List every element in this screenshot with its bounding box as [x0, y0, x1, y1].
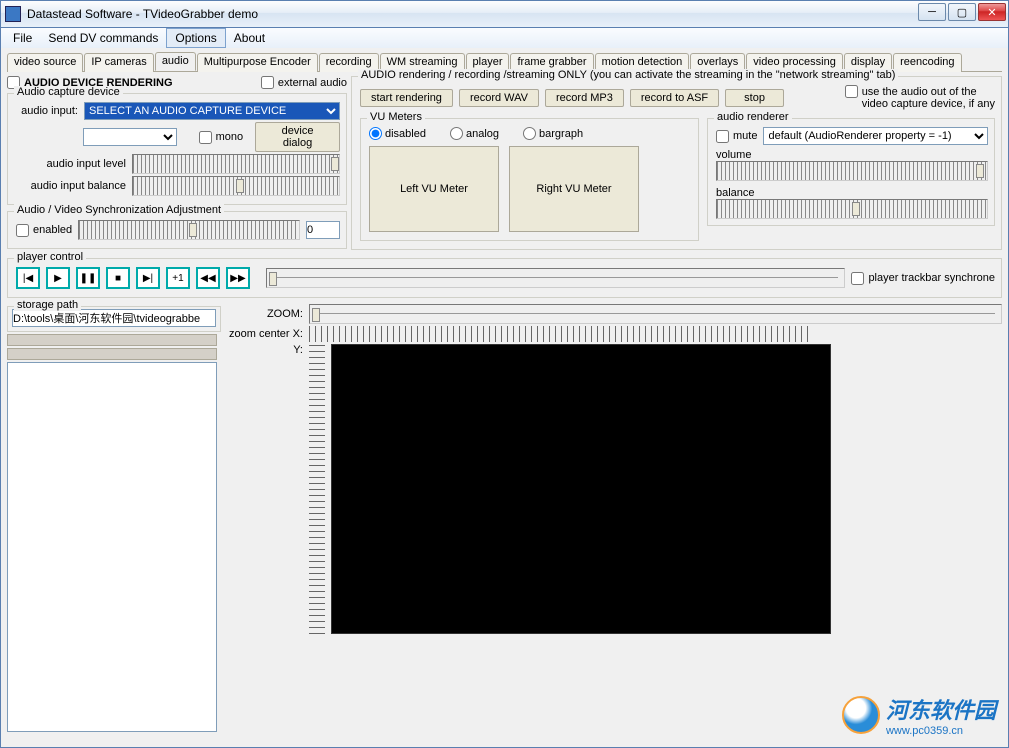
player-play-icon[interactable]: ▶ [46, 267, 70, 289]
player-pause-icon[interactable]: ❚❚ [76, 267, 100, 289]
player-prev-icon[interactable]: |◀ [16, 267, 40, 289]
menu-file[interactable]: File [5, 29, 40, 47]
menubar: File Send DV commands Options About [0, 28, 1009, 48]
video-preview [331, 344, 831, 634]
record-asf-button[interactable]: record to ASF [630, 89, 719, 107]
trackbar-sync-checkbox[interactable]: player trackbar synchrone [851, 272, 995, 285]
mono-checkbox[interactable]: mono [199, 131, 244, 144]
watermark: 河东软件园 www.pc0359.cn [842, 693, 996, 737]
tab-IP-cameras[interactable]: IP cameras [84, 53, 153, 72]
maximize-button[interactable]: ▢ [948, 3, 976, 21]
graybar-1 [7, 334, 217, 346]
vu-disabled-radio[interactable]: disabled [369, 127, 426, 140]
volume-slider[interactable] [716, 161, 988, 181]
sync-group: Audio / Video Synchronization Adjustment… [7, 211, 347, 249]
player-trackbar[interactable] [266, 268, 845, 288]
vu-analog-radio[interactable]: analog [450, 127, 499, 140]
client-area: video sourceIP camerasaudioMultipurpose … [0, 48, 1009, 748]
record-wav-button[interactable]: record WAV [459, 89, 539, 107]
start-rendering-button[interactable]: start rendering [360, 89, 453, 107]
player-ff-icon[interactable]: ▶▶ [226, 267, 250, 289]
window-title: Datastead Software - TVideoGrabber demo [27, 7, 258, 21]
player-step-icon[interactable]: +1 [166, 267, 190, 289]
menu-senddv[interactable]: Send DV commands [40, 29, 166, 47]
sync-slider[interactable] [78, 220, 300, 240]
mute-checkbox[interactable]: mute [716, 130, 757, 143]
right-vu-meter: Right VU Meter [509, 146, 639, 232]
player-rewind-icon[interactable]: ◀◀ [196, 267, 220, 289]
app-icon [5, 6, 21, 22]
vu-group: VU Meters disabled analog bargraph Left … [360, 118, 699, 241]
menu-about[interactable]: About [226, 29, 273, 47]
menu-options[interactable]: Options [166, 28, 225, 48]
capture-device-select[interactable]: SELECT AN AUDIO CAPTURE DEVICE [84, 102, 340, 120]
left-vu-meter: Left VU Meter [369, 146, 499, 232]
stop-button[interactable]: stop [725, 89, 784, 107]
file-listbox[interactable] [7, 362, 217, 732]
tab-video-source[interactable]: video source [7, 53, 83, 72]
tab-Multipurpose-Encoder[interactable]: Multipurpose Encoder [197, 53, 318, 72]
device-dialog-button[interactable]: device dialog [255, 122, 340, 152]
tab-audio[interactable]: audio [155, 52, 196, 71]
renderer-group: audio renderer mute default (AudioRender… [707, 118, 995, 226]
zoom-y-ruler[interactable] [309, 344, 325, 634]
storage-path-input[interactable] [12, 309, 216, 327]
player-stop-icon[interactable]: ■ [106, 267, 130, 289]
audio-rec-group: AUDIO rendering / recording /streaming O… [351, 76, 1002, 250]
input-balance-slider[interactable] [132, 176, 340, 196]
minimize-button[interactable]: ─ [918, 3, 946, 21]
sync-enabled-checkbox[interactable]: enabled [16, 224, 72, 237]
zoom-slider[interactable] [309, 304, 1002, 324]
sync-value[interactable] [306, 221, 340, 239]
use-audio-out-checkbox[interactable]: use the audio out of the [845, 85, 995, 98]
input-level-slider[interactable] [132, 154, 340, 174]
tab-reencoding[interactable]: reencoding [893, 53, 961, 72]
titlebar: Datastead Software - TVideoGrabber demo … [0, 0, 1009, 28]
watermark-logo-icon [842, 696, 880, 734]
external-audio-checkbox[interactable]: external audio [261, 76, 347, 89]
close-button[interactable]: ✕ [978, 3, 1006, 21]
player-next-icon[interactable]: ▶| [136, 267, 160, 289]
renderer-balance-slider[interactable] [716, 199, 988, 219]
zoom-x-ruler[interactable] [309, 326, 809, 342]
vu-bargraph-radio[interactable]: bargraph [523, 127, 583, 140]
player-control-group: player control |◀ ▶ ❚❚ ■ ▶| +1 ◀◀ ▶▶ pla… [7, 258, 1002, 298]
storage-group: storage path [7, 306, 221, 332]
graybar-2 [7, 348, 217, 360]
renderer-select[interactable]: default (AudioRenderer property = -1) [763, 127, 988, 145]
audio-capture-group: Audio capture device audio input: SELECT… [7, 93, 347, 205]
record-mp3-button[interactable]: record MP3 [545, 89, 624, 107]
audio-input-select[interactable] [83, 128, 177, 146]
